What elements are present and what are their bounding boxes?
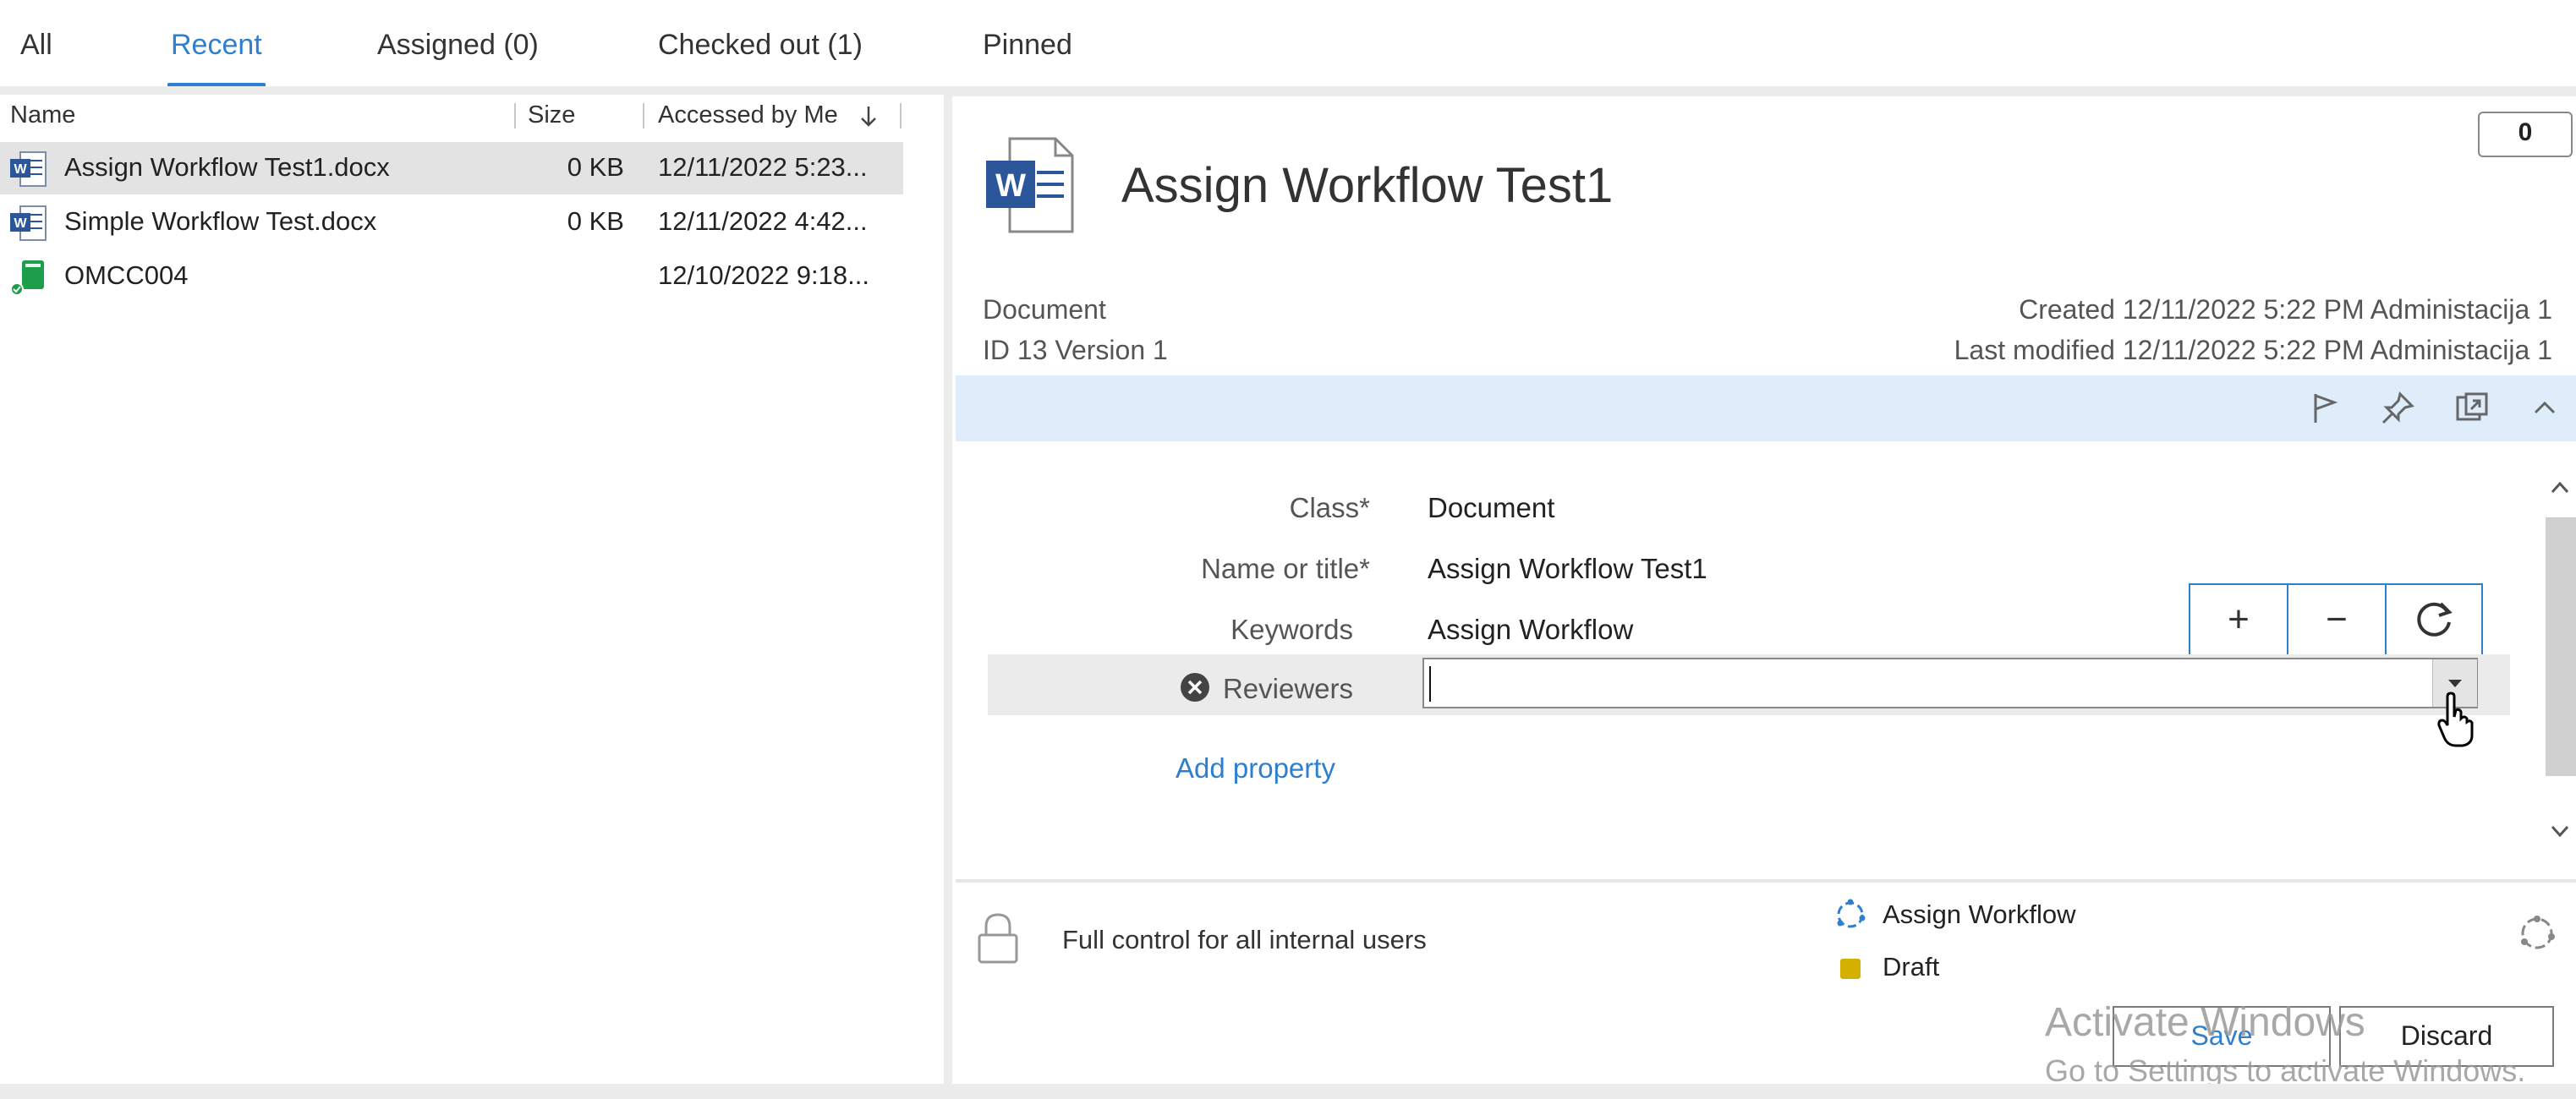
file-name: Simple Workflow Test.docx [64,206,377,236]
lock-icon[interactable] [976,911,1020,965]
add-value-button[interactable]: + [2190,585,2287,654]
flag-icon[interactable] [2307,391,2343,426]
file-size: 0 KB [567,206,624,236]
detail-top-divider [952,88,2576,96]
property-value-keywords[interactable]: Assign Workflow [1428,614,1633,646]
file-accessed-date: 12/10/2022 9:18... [658,260,869,290]
comments-button[interactable]: 0 [2478,112,2573,157]
reviewers-combobox[interactable] [1422,658,2478,708]
property-value-name[interactable]: Assign Workflow Test1 [1428,553,1707,585]
scroll-up-icon[interactable] [2546,473,2574,502]
popout-icon[interactable] [2454,391,2490,426]
document-title: Assign Workflow Test1 [1121,158,1614,213]
plus-icon: + [2228,599,2250,640]
tab-recent[interactable]: Recent [171,29,262,62]
bottom-status-strip [0,1084,2576,1099]
activation-watermark-title: Activate Windows [2045,1000,2365,1045]
required-marker: * [1359,492,1370,523]
reviewers-input[interactable] [1424,659,2434,705]
scrollbar-thumb[interactable] [2546,517,2576,776]
svg-text:W: W [14,162,27,177]
object-type-label: Document [983,294,1106,325]
minus-icon: − [2326,599,2348,640]
green-document-icon [10,260,44,296]
id-version-label: ID 13 Version 1 [983,335,1168,365]
created-info: Created 12/11/2022 5:22 PM Administacija… [2019,294,2552,325]
remove-value-button[interactable]: − [2288,585,2385,654]
list-item[interactable]: W Assign Workflow Test1.docx 0 KB 12/11/… [0,142,903,194]
column-divider[interactable] [900,103,902,128]
quantity-stepper: + − [2189,583,2483,656]
svg-text:W: W [14,216,27,231]
refresh-icon [2417,602,2453,637]
required-marker: * [1359,553,1370,584]
word-doc-icon: W [10,205,47,241]
sort-descending-icon[interactable] [859,105,878,128]
list-item[interactable]: OMCC004 12/10/2022 9:18... [0,250,903,303]
pin-icon[interactable] [2380,391,2415,426]
text-caret [1429,666,1431,702]
list-item[interactable]: W Simple Workflow Test.docx 0 KB 12/11/2… [0,196,903,249]
scroll-down-icon[interactable] [2546,817,2574,845]
tab-assigned[interactable]: Assigned (0) [377,29,539,62]
hand-cursor-icon [2437,692,2474,747]
add-property-link[interactable]: Add property [1176,752,1335,785]
file-size: 0 KB [567,152,624,182]
workflow-name[interactable]: Assign Workflow [1883,899,2076,930]
tab-checked-out[interactable]: Checked out (1) [658,29,863,62]
column-header-size[interactable]: Size [528,101,575,129]
file-accessed-date: 12/11/2022 4:42... [658,206,868,236]
word-doc-icon: W [10,151,47,187]
tab-pinned[interactable]: Pinned [983,29,1072,62]
modified-info: Last modified 12/11/2022 5:22 PM Adminis… [1954,335,2552,365]
comments-count: 0 [2518,118,2533,146]
workflow-state[interactable]: Draft [1883,952,1939,982]
permissions-label[interactable]: Full control for all internal users [1062,925,1427,955]
property-label-class: Class* [1289,492,1370,523]
word-document-large-icon: W [986,137,1074,233]
chevron-up-icon[interactable] [2527,391,2562,426]
column-divider[interactable] [643,103,644,128]
remove-property-icon[interactable] [1179,671,1211,703]
property-label-keywords: Keywords [1230,614,1353,645]
state-color-swatch [1840,959,1861,979]
property-value-class[interactable]: Document [1428,492,1554,524]
property-label-name: Name or title* [1201,553,1370,584]
svg-text:W: W [995,168,1026,204]
property-label-reviewers: Reviewers [1222,673,1353,704]
column-header-accessed[interactable]: Accessed by Me [658,101,838,129]
refresh-button[interactable] [2387,585,2483,654]
pane-splitter[interactable] [944,95,952,1089]
footer-divider [956,879,2576,883]
workflow-settings-icon[interactable] [2517,913,2557,954]
file-accessed-date: 12/11/2022 5:23... [658,152,868,182]
file-name: OMCC004 [64,260,189,290]
workflow-icon [1837,899,1866,928]
tab-all[interactable]: All [20,29,52,62]
column-divider[interactable] [514,103,516,128]
column-header-name[interactable]: Name [10,101,75,129]
file-name: Assign Workflow Test1.docx [64,152,390,182]
